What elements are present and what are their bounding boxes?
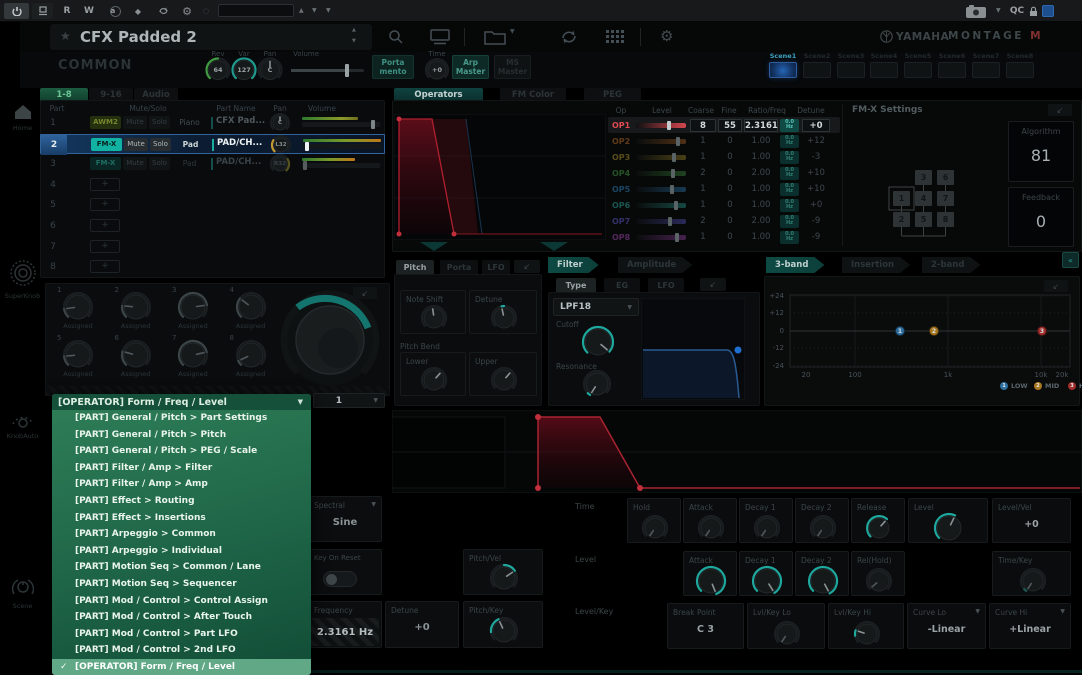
menu-item[interactable]: [PART] General / Pitch > PEG / Scale bbox=[52, 443, 311, 460]
menu-item[interactable]: [PART] Effect > Insertions bbox=[52, 510, 311, 527]
pan-value: C bbox=[277, 120, 283, 126]
rev-value: 64 bbox=[213, 66, 223, 74]
env-level-decay-2: Decay 2 bbox=[795, 551, 849, 596]
env-knob-label: Level/Vel bbox=[998, 503, 1032, 512]
env-knob-label: Decay 2 bbox=[801, 503, 832, 512]
env-knob-label: Decay 1 bbox=[745, 503, 776, 512]
env-knob-label: Attack bbox=[689, 503, 713, 512]
env-knob[interactable] bbox=[809, 514, 837, 542]
bottom-edge-glow bbox=[311, 670, 1082, 673]
env-row-label: Time bbox=[575, 502, 595, 511]
env-level-attack: Attack bbox=[683, 551, 737, 596]
menu-item[interactable]: [PART] Filter / Amp > Filter bbox=[52, 460, 311, 477]
env-knob[interactable] bbox=[865, 514, 893, 542]
env-knob-label: Curve Lo bbox=[913, 608, 947, 617]
pan-value: C bbox=[267, 66, 273, 74]
env-knob[interactable] bbox=[695, 565, 727, 597]
page-menu-value: [OPERATOR] Form / Freq / Level bbox=[58, 396, 227, 408]
menu-item-selected[interactable]: ✓ [OPERATOR] Form / Freq / Level bbox=[52, 659, 311, 675]
env-knob-label: Decay 2 bbox=[801, 556, 832, 565]
env-knob-label: Time/Key bbox=[998, 556, 1033, 565]
curve-lo-value: -Linear bbox=[927, 624, 966, 635]
porta-time-value: +0 bbox=[432, 66, 442, 74]
env-level-vel-box[interactable]: Level/Vel +0 bbox=[992, 498, 1071, 543]
menu-item[interactable]: [PART] Mod / Control > Control Assign bbox=[52, 593, 311, 610]
env-knob-label: Hold bbox=[633, 503, 651, 512]
env-knob-label: Rel(Hold) bbox=[857, 556, 892, 565]
break-point-value: C 3 bbox=[697, 624, 714, 635]
env-knob-label: Attack bbox=[689, 556, 713, 565]
montage-m-app: R W a ◆ ⚙ ○ ▲ ▼ ▼ ▼ QC Home SuperKnob Kn… bbox=[0, 0, 1082, 675]
env-level-vel-value: +0 bbox=[1024, 519, 1039, 530]
env-knob[interactable] bbox=[807, 565, 839, 597]
env-time-attack: Attack bbox=[683, 498, 737, 543]
menu-item[interactable]: [PART] Mod / Control > 2nd LFO bbox=[52, 642, 311, 659]
page-menu-header[interactable]: [OPERATOR] Form / Freq / Level ▼ bbox=[52, 394, 311, 410]
env-knob-label: Lvl/Key Hi bbox=[834, 608, 871, 617]
time-key-knob[interactable] bbox=[1019, 567, 1047, 595]
env-break-point-box[interactable]: Break Point C 3 bbox=[667, 603, 744, 649]
chevron-down-icon: ▼ bbox=[297, 398, 303, 406]
env-curve-lo-box[interactable]: Curve Lo ▼ -Linear bbox=[907, 603, 986, 649]
env-level-knob[interactable] bbox=[933, 512, 965, 544]
menu-item[interactable]: [PART] Arpeggio > Common bbox=[52, 526, 311, 543]
env-level-knob-box: Level bbox=[908, 498, 988, 543]
chevron-down-icon: ▼ bbox=[1060, 608, 1065, 615]
env-knob[interactable] bbox=[697, 514, 725, 542]
menu-item[interactable]: [PART] Mod / Control > Part LFO bbox=[52, 626, 311, 643]
env-knob-label: Break Point bbox=[673, 608, 716, 617]
env-time-decay-1: Decay 1 bbox=[739, 498, 793, 543]
menu-item[interactable]: [PART] Motion Seq > Common / Lane bbox=[52, 559, 311, 576]
lvl-key-lo-knob[interactable] bbox=[773, 620, 801, 648]
env-lvl-key-hi-box: Lvl/Key Hi bbox=[828, 603, 904, 649]
env-time-key-box: Time/Key bbox=[992, 551, 1071, 596]
env-lvl-key-lo-box: Lvl/Key Lo bbox=[747, 603, 825, 649]
env-knob[interactable] bbox=[641, 514, 669, 542]
eq-band-point-high[interactable]: 3 bbox=[1037, 326, 1047, 336]
menu-item[interactable]: [PART] General / Pitch > Part Settings bbox=[52, 410, 311, 427]
eq-band-point-low[interactable]: 1 bbox=[895, 326, 905, 336]
env-knob[interactable] bbox=[753, 514, 781, 542]
pan-value: L32 bbox=[275, 141, 287, 148]
env-knob-label: Decay 1 bbox=[745, 556, 776, 565]
env-curve-hi-box[interactable]: Curve Hi ▼ +Linear bbox=[989, 603, 1071, 649]
env-knob[interactable] bbox=[865, 567, 893, 595]
env-knob-label: Release bbox=[857, 503, 887, 512]
env-time-hold: Hold bbox=[627, 498, 681, 543]
env-row-label: Level/Key bbox=[575, 607, 614, 616]
menu-item[interactable]: [PART] Effect > Routing bbox=[52, 493, 311, 510]
menu-item[interactable]: [PART] Motion Seq > Sequencer bbox=[52, 576, 311, 593]
eq-band-point-mid[interactable]: 2 bbox=[929, 326, 939, 336]
curve-hi-value: +Linear bbox=[1009, 624, 1051, 635]
env-knob-label: Level bbox=[914, 503, 934, 512]
chevron-down-icon: ▼ bbox=[975, 608, 980, 615]
menu-item[interactable]: [PART] Filter / Amp > Amp bbox=[52, 476, 311, 493]
menu-item[interactable]: [PART] Mod / Control > After Touch bbox=[52, 609, 311, 626]
env-knob[interactable] bbox=[751, 565, 783, 597]
page-menu-items: [PART] General / Pitch > Part Settings [P… bbox=[52, 410, 311, 675]
env-knob-label: Curve Hi bbox=[995, 608, 1028, 617]
var-value: 127 bbox=[237, 66, 251, 74]
env-time-release: Release bbox=[851, 498, 905, 543]
env-level-rel-hold-: Rel(Hold) bbox=[851, 551, 905, 596]
pan-value: R32 bbox=[274, 161, 286, 168]
env-row-label: Level bbox=[575, 555, 597, 564]
page-menu-dropdown: [OPERATOR] Form / Freq / Level ▼ [PART] … bbox=[52, 394, 311, 675]
env-knob-label: Lvl/Key Lo bbox=[753, 608, 791, 617]
check-icon: ✓ bbox=[60, 662, 68, 672]
env-level-decay-1: Decay 1 bbox=[739, 551, 793, 596]
menu-item[interactable]: [PART] General / Pitch > Pitch bbox=[52, 427, 311, 444]
lvl-key-hi-knob[interactable] bbox=[853, 620, 881, 648]
env-time-decay-2: Decay 2 bbox=[795, 498, 849, 543]
menu-item[interactable]: [PART] Arpeggio > Individual bbox=[52, 543, 311, 560]
